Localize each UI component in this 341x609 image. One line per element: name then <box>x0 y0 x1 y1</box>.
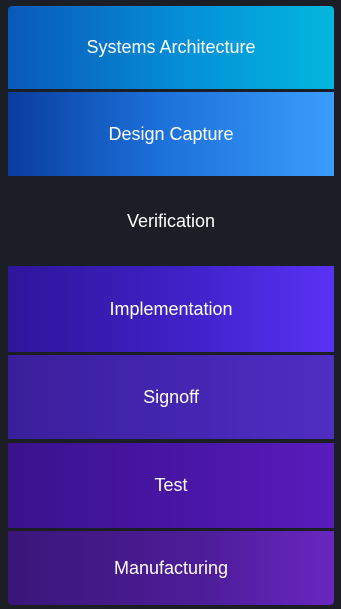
stage-implementation[interactable]: Implementation <box>8 266 334 352</box>
stage-signoff[interactable]: Signoff <box>8 355 334 439</box>
stage-manufacturing[interactable]: Manufacturing <box>8 531 334 605</box>
stage-label: Signoff <box>143 386 199 407</box>
stage-design-capture[interactable]: Design Capture <box>8 92 334 176</box>
stage-verification[interactable]: Verification <box>8 178 334 264</box>
stage-label: Test <box>154 475 188 495</box>
stage-label: Design Capture <box>108 123 234 144</box>
stage-systems-architecture[interactable]: Systems Architecture <box>8 6 334 89</box>
stage-label: Manufacturing <box>113 557 229 578</box>
stage-label: Implementation <box>109 298 233 319</box>
stage-test[interactable]: Test <box>8 443 334 528</box>
stage-label: Verification <box>126 210 216 231</box>
flow-stage-menu: Systems Architecture Design Capture Veri… <box>0 0 341 609</box>
stage-label: Systems Architecture <box>86 37 256 57</box>
